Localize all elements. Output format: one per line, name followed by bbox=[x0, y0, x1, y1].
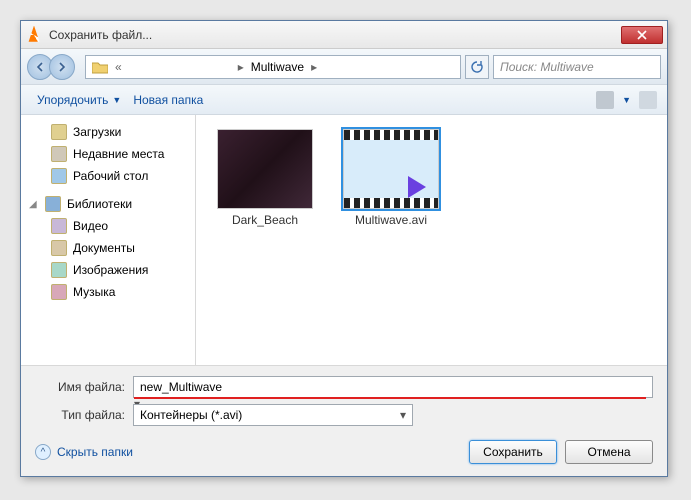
filename-row: Имя файла: new_Multiwave bbox=[35, 376, 653, 398]
breadcrumb-segment-current[interactable]: Multiwave bbox=[247, 56, 308, 78]
chevron-right-icon: ▸ bbox=[308, 60, 320, 74]
search-input[interactable]: Поиск: Multiwave bbox=[493, 55, 661, 79]
tree-item-recent[interactable]: Недавние места bbox=[47, 143, 191, 165]
toolbar-right: ▼ bbox=[596, 91, 657, 109]
toolbar: Упорядочить ▼ Новая папка ▼ bbox=[21, 85, 667, 115]
tree-item-video[interactable]: Видео bbox=[47, 215, 191, 237]
file-item-video[interactable]: Multiwave.avi bbox=[336, 129, 446, 227]
chevron-down-icon: ▼ bbox=[622, 95, 631, 105]
address-bar[interactable]: « ▸ Multiwave ▸ bbox=[85, 55, 461, 79]
file-label: Dark_Beach bbox=[210, 213, 320, 227]
nav-arrows bbox=[27, 54, 79, 80]
filetype-select[interactable]: Контейнеры (*.avi) bbox=[133, 404, 413, 426]
filetype-row: Тип файла: Контейнеры (*.avi) bbox=[35, 404, 653, 426]
hide-folders-label: Скрыть папки bbox=[57, 445, 133, 459]
view-options-button[interactable] bbox=[596, 91, 614, 109]
chevron-right-icon: « bbox=[112, 60, 125, 74]
collapse-icon: ^ bbox=[35, 444, 51, 460]
filetype-label: Тип файла: bbox=[35, 408, 133, 422]
bottom-row: ^ Скрыть папки Сохранить Отмена bbox=[35, 440, 653, 464]
close-icon bbox=[637, 30, 647, 40]
tree-item-music[interactable]: Музыка bbox=[47, 281, 191, 303]
close-button[interactable] bbox=[621, 26, 663, 44]
recent-icon bbox=[51, 146, 67, 162]
tree-item-images[interactable]: Изображения bbox=[47, 259, 191, 281]
nav-bar: « ▸ Multiwave ▸ Поиск: Multiwave bbox=[21, 49, 667, 85]
arrow-left-icon bbox=[35, 62, 45, 72]
libraries-icon bbox=[45, 196, 61, 212]
breadcrumb-segment[interactable] bbox=[125, 56, 235, 78]
filename-label: Имя файла: bbox=[35, 380, 133, 394]
folder-icon bbox=[92, 60, 108, 74]
refresh-button[interactable] bbox=[465, 55, 489, 79]
search-placeholder: Поиск: Multiwave bbox=[500, 60, 594, 74]
window-title: Сохранить файл... bbox=[49, 28, 621, 42]
save-button[interactable]: Сохранить bbox=[469, 440, 557, 464]
footer: Имя файла: new_Multiwave Тип файла: Конт… bbox=[21, 365, 667, 476]
file-item-folder[interactable]: Dark_Beach bbox=[210, 129, 320, 227]
arrow-right-icon bbox=[57, 62, 67, 72]
expand-icon: ◢ bbox=[29, 199, 39, 210]
chevron-down-icon: ▼ bbox=[112, 95, 121, 105]
filetype-value: Контейнеры (*.avi) bbox=[140, 408, 242, 422]
filename-input[interactable]: new_Multiwave bbox=[133, 376, 653, 398]
filename-value: new_Multiwave bbox=[140, 380, 222, 394]
new-folder-label: Новая папка bbox=[133, 93, 203, 107]
cancel-button[interactable]: Отмена bbox=[565, 440, 653, 464]
button-group: Сохранить Отмена bbox=[469, 440, 653, 464]
video-lib-icon bbox=[51, 218, 67, 234]
refresh-icon bbox=[470, 60, 484, 74]
breadcrumb-root[interactable] bbox=[88, 56, 112, 78]
documents-lib-icon bbox=[51, 240, 67, 256]
video-thumbnail bbox=[343, 129, 439, 209]
tree-item-desktop[interactable]: Рабочий стол bbox=[47, 165, 191, 187]
folder-tree[interactable]: Загрузки Недавние места Рабочий стол ◢Би… bbox=[21, 115, 196, 365]
organize-button[interactable]: Упорядочить ▼ bbox=[31, 89, 127, 111]
main-area: Загрузки Недавние места Рабочий стол ◢Би… bbox=[21, 115, 667, 365]
forward-button[interactable] bbox=[49, 54, 75, 80]
folder-icon bbox=[51, 124, 67, 140]
tree-item-libraries[interactable]: ◢Библиотеки bbox=[25, 193, 191, 215]
vlc-icon bbox=[25, 26, 43, 44]
play-icon bbox=[404, 174, 430, 200]
music-lib-icon bbox=[51, 284, 67, 300]
desktop-icon bbox=[51, 168, 67, 184]
tree-item-documents[interactable]: Документы bbox=[47, 237, 191, 259]
chevron-right-icon: ▸ bbox=[235, 60, 247, 74]
titlebar: Сохранить файл... bbox=[21, 21, 667, 49]
organize-label: Упорядочить bbox=[37, 93, 108, 107]
file-label: Multiwave.avi bbox=[336, 213, 446, 227]
hide-folders-button[interactable]: ^ Скрыть папки bbox=[35, 444, 133, 460]
tree-item-downloads[interactable]: Загрузки bbox=[47, 121, 191, 143]
help-button[interactable] bbox=[639, 91, 657, 109]
images-lib-icon bbox=[51, 262, 67, 278]
new-folder-button[interactable]: Новая папка bbox=[127, 89, 209, 111]
save-file-dialog: Сохранить файл... « ▸ Multiwave ▸ bbox=[20, 20, 668, 477]
file-list[interactable]: Dark_Beach Multiwave.avi bbox=[196, 115, 667, 365]
folder-thumbnail bbox=[217, 129, 313, 209]
filmstrip-icon bbox=[344, 130, 438, 140]
